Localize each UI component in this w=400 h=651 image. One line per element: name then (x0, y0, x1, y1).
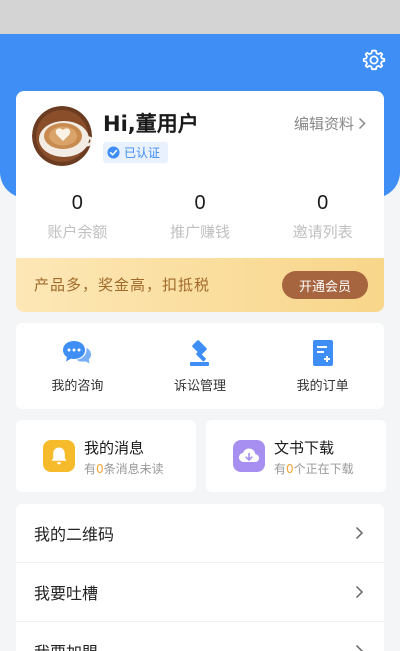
downloads-subtitle: 有0个正在下载 (274, 460, 354, 477)
gavel-icon (190, 340, 209, 366)
stat-label: 账户余额 (47, 223, 108, 241)
menu-list: 我的二维码 我要吐槽 我要加盟 (16, 504, 384, 651)
chevron-right-icon (355, 526, 364, 540)
menu-label: 我要加盟 (34, 639, 98, 651)
menu-label: 我的二维码 (34, 525, 115, 544)
action-label: 我的咨询 (51, 379, 104, 394)
stat-invitations[interactable]: 0 邀请列表 (261, 191, 384, 242)
order-document-icon (312, 340, 333, 366)
chevron-right-icon (355, 644, 364, 651)
stat-promotion[interactable]: 0 推广赚钱 (139, 191, 262, 242)
stat-value: 0 (71, 192, 83, 214)
stats-row: 0 账户余额 0 推广赚钱 0 邀请列表 (16, 191, 384, 242)
verified-label: 已认证 (124, 146, 161, 160)
vip-banner: 产品多，奖金高，扣抵税 开通会员 (16, 258, 384, 312)
menu-item-qrcode[interactable]: 我的二维码 (16, 504, 384, 563)
stat-label: 推广赚钱 (170, 223, 231, 241)
downloads-prefix: 有 (274, 462, 287, 476)
settings-gear-icon[interactable] (362, 48, 386, 72)
check-circle-icon (107, 146, 120, 159)
chat-bubbles-icon (63, 341, 92, 364)
chevron-right-icon (358, 117, 366, 130)
stat-label: 邀请列表 (292, 223, 353, 241)
action-label: 我的订单 (296, 379, 349, 394)
messages-subtitle: 有0条消息未读 (84, 460, 164, 477)
messages-title: 我的消息 (84, 439, 145, 457)
user-greeting: Hi,董用户 (103, 112, 199, 136)
messages-suffix: 条消息未读 (103, 462, 164, 476)
status-bar (0, 0, 400, 34)
downloads-suffix: 个正在下载 (293, 462, 354, 476)
downloads-card[interactable]: 文书下载 有0个正在下载 (206, 420, 386, 492)
cloud-download-icon (233, 440, 265, 472)
action-litigation[interactable]: 诉讼管理 (139, 323, 262, 409)
verified-badge: 已认证 (103, 142, 169, 163)
stat-value: 0 (194, 192, 206, 214)
menu-label: 我要吐槽 (34, 584, 99, 603)
chevron-right-icon (355, 585, 364, 599)
downloads-title: 文书下载 (274, 439, 335, 457)
unread-count: 0 (96, 462, 104, 476)
avatar[interactable] (32, 106, 92, 166)
stat-balance[interactable]: 0 账户余额 (16, 191, 139, 242)
action-orders[interactable]: 我的订单 (261, 323, 384, 409)
action-label: 诉讼管理 (174, 379, 227, 394)
messages-card[interactable]: 我的消息 有0条消息未读 (16, 420, 196, 492)
edit-profile-label: 编辑资料 (293, 115, 354, 133)
quick-actions-card: 我的咨询 诉讼管理 我的订单 (16, 323, 384, 409)
action-consultation[interactable]: 我的咨询 (16, 323, 139, 409)
profile-card: Hi,董用户 已认证 编辑资料 0 账户余额 0 推广赚钱 0 邀请列表 产品多… (16, 91, 384, 312)
coffee-avatar-icon (32, 106, 92, 166)
downloading-count: 0 (286, 462, 294, 476)
messages-prefix: 有 (84, 462, 97, 476)
menu-item-join[interactable]: 我要加盟 (16, 622, 384, 651)
menu-item-feedback[interactable]: 我要吐槽 (16, 563, 384, 622)
open-vip-button[interactable]: 开通会员 (282, 271, 368, 299)
bell-icon (43, 440, 75, 472)
edit-profile-link[interactable]: 编辑资料 (294, 113, 366, 134)
stat-value: 0 (317, 192, 329, 214)
vip-promo-text: 产品多，奖金高，扣抵税 (34, 276, 211, 294)
